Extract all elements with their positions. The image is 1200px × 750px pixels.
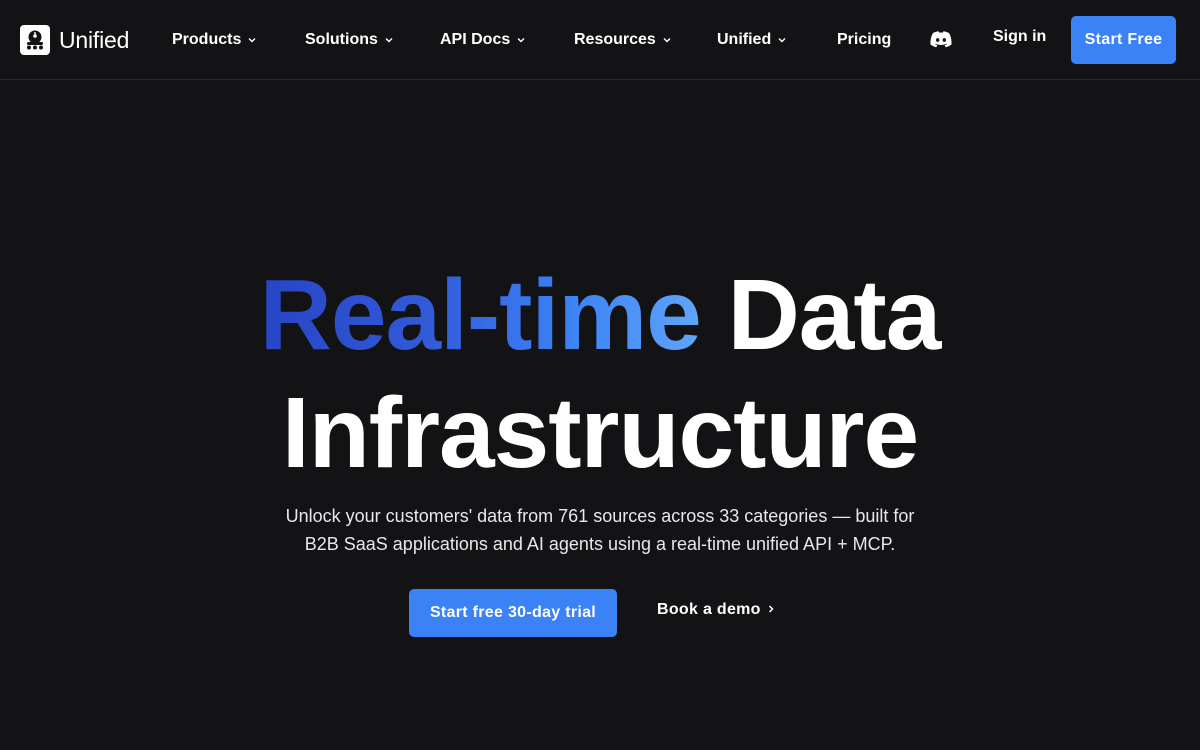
hero-title: Real-time Data Infrastructure <box>0 256 1200 492</box>
hero-subtitle-line2: B2B SaaS applications and AI agents usin… <box>304 534 896 554</box>
top-nav: Unified Products Solutions API Docs Reso… <box>0 0 1200 80</box>
nav-api-docs-label: API Docs <box>440 31 511 48</box>
nav-solutions-label: Solutions <box>305 31 378 48</box>
chevron-down-icon <box>777 35 787 45</box>
book-demo-link[interactable]: Book a demo <box>657 601 775 619</box>
nav-resources[interactable]: Resources <box>574 28 672 52</box>
chevron-down-icon <box>384 35 394 45</box>
hero-title-line2: Infrastructure <box>281 377 919 489</box>
nav-resources-label: Resources <box>574 31 656 48</box>
nav-products-label: Products <box>172 31 242 48</box>
nav-unified-label: Unified <box>717 31 772 48</box>
chevron-down-icon <box>662 35 672 45</box>
hero-subtitle-line1: Unlock your customers' data from 761 sou… <box>285 506 915 526</box>
unified-logo-icon <box>20 25 50 55</box>
nav-products[interactable]: Products <box>172 28 257 52</box>
chevron-right-icon <box>767 601 775 619</box>
hero-subtitle: Unlock your customers' data from 761 sou… <box>250 502 950 558</box>
start-free-button[interactable]: Start Free <box>1071 16 1176 64</box>
hero-title-highlight: Real-time <box>259 259 702 371</box>
brand-name: Unified <box>59 26 130 53</box>
hero-title-line1-rest: Data <box>727 259 942 371</box>
book-demo-label: Book a demo <box>657 601 761 618</box>
nav-unified[interactable]: Unified <box>717 28 787 52</box>
sign-in-link[interactable]: Sign in <box>993 28 1046 46</box>
chevron-down-icon <box>516 35 526 45</box>
discord-icon[interactable] <box>929 29 953 51</box>
nav-api-docs[interactable]: API Docs <box>440 28 526 52</box>
brand-logo[interactable]: Unified <box>20 24 129 56</box>
nav-solutions[interactable]: Solutions <box>305 28 394 52</box>
nav-pricing-label: Pricing <box>837 31 892 48</box>
chevron-down-icon <box>247 35 257 45</box>
nav-pricing[interactable]: Pricing <box>837 28 891 52</box>
start-trial-button[interactable]: Start free 30-day trial <box>409 589 617 637</box>
